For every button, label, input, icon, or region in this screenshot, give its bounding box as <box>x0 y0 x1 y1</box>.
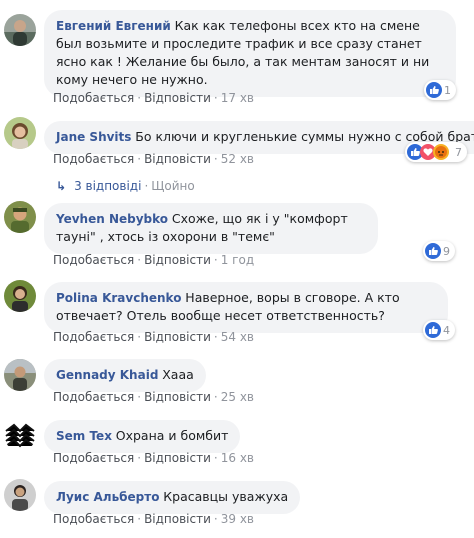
avatar-photo-icon <box>4 14 36 46</box>
comment-bubble: Луис Альберто Красавцы уважуха <box>44 481 301 514</box>
avatar[interactable] <box>4 479 36 511</box>
comment-time[interactable]: 25 хв <box>221 390 254 404</box>
avatar-photo-icon <box>4 201 36 233</box>
view-replies-link[interactable]: ↳ 3 відповіді · Щойно <box>56 179 195 193</box>
avatar[interactable] <box>4 14 36 46</box>
reply-link[interactable]: Відповісти <box>144 91 211 105</box>
like-link[interactable]: Подобається <box>53 390 134 404</box>
comment-text: Охрана и бомбит <box>115 428 229 443</box>
like-link[interactable]: Подобається <box>53 91 134 105</box>
comment-time[interactable]: 52 хв <box>221 152 254 166</box>
reaction-count: 1 <box>444 83 451 97</box>
avatar-photo-icon <box>4 117 36 149</box>
reaction-summary[interactable]: 1 <box>424 80 456 100</box>
reply-link[interactable]: Відповісти <box>144 253 211 267</box>
comment-author[interactable]: Евгений Евгений <box>56 19 171 33</box>
reply-arrow-icon: ↳ <box>56 179 67 193</box>
reaction-summary[interactable]: 4 <box>423 320 455 340</box>
comment-bubble: Евгений Евгений Как как телефоны всех кт… <box>44 10 456 97</box>
comment-bubble: Gennady Khaid Хааа <box>44 359 206 392</box>
reply-link[interactable]: Відповісти <box>144 330 211 344</box>
comment-bubble: Polina Kravchenko Наверное, воры в сгово… <box>44 282 448 333</box>
comment-time[interactable]: 17 хв <box>221 91 254 105</box>
like-reaction-icon <box>426 82 442 98</box>
comment-author[interactable]: Gennady Khaid <box>56 368 158 382</box>
comment-bubble: Sem Tex Охрана и бомбит <box>44 420 241 453</box>
comment-bubble: Yevhen Nebybko Схоже, що як і у "комфорт… <box>44 203 378 254</box>
avatar[interactable] <box>4 117 36 149</box>
comment-actions: Подобається · Відповісти · 16 хв <box>53 451 254 465</box>
comment-author[interactable]: Jane Shvits <box>56 130 131 144</box>
avatar-photo-icon <box>4 280 36 312</box>
avatar-photo-icon <box>4 479 36 511</box>
avatar[interactable] <box>4 359 36 391</box>
avatar[interactable] <box>4 280 36 312</box>
comment-time[interactable]: 39 хв <box>221 512 254 526</box>
replies-time: Щойно <box>151 179 195 193</box>
comment-actions: Подобається · Відповісти · 54 хв <box>53 330 254 344</box>
comment-text: Хааа <box>162 367 194 382</box>
comment-actions: Подобається · Відповісти · 25 хв <box>53 390 254 404</box>
comment-actions: Подобається · Відповісти · 1 год <box>53 253 255 267</box>
reaction-count: 9 <box>443 244 450 258</box>
avatar-photo-icon <box>4 419 36 451</box>
like-link[interactable]: Подобається <box>53 253 134 267</box>
comment-time[interactable]: 16 хв <box>221 451 254 465</box>
reaction-count: 7 <box>455 145 462 159</box>
comment-author[interactable]: Polina Kravchenko <box>56 291 181 305</box>
like-link[interactable]: Подобається <box>53 451 134 465</box>
reaction-summary[interactable]: 7 <box>405 142 467 162</box>
comment-actions: Подобається · Відповісти · 17 хв <box>53 91 254 105</box>
like-link[interactable]: Подобається <box>53 330 134 344</box>
like-reaction-icon <box>425 322 441 338</box>
comment-author[interactable]: Yevhen Nebybko <box>56 212 168 226</box>
comment-author[interactable]: Луис Альберто <box>56 490 159 504</box>
comment-actions: Подобається · Відповісти · 39 хв <box>53 512 254 526</box>
like-link[interactable]: Подобається <box>53 152 134 166</box>
like-reaction-icon <box>425 243 441 259</box>
reaction-summary[interactable]: 9 <box>423 241 455 261</box>
reaction-count: 4 <box>443 323 450 337</box>
replies-separator: · <box>144 179 149 193</box>
reply-link[interactable]: Відповісти <box>144 451 211 465</box>
avatar-photo-icon <box>4 359 36 391</box>
comment-time[interactable]: 54 хв <box>221 330 254 344</box>
comment-time[interactable]: 1 год <box>221 253 254 267</box>
reply-link[interactable]: Відповісти <box>144 512 211 526</box>
avatar[interactable] <box>4 419 36 451</box>
comment-author[interactable]: Sem Tex <box>56 429 112 443</box>
avatar[interactable] <box>4 201 36 233</box>
replies-count[interactable]: 3 відповіді <box>74 179 141 193</box>
comment-text: Красавцы уважуха <box>163 489 289 504</box>
comment-actions: Подобається · Відповісти · 52 хв <box>53 152 254 166</box>
reply-link[interactable]: Відповісти <box>144 390 211 404</box>
like-link[interactable]: Подобається <box>53 512 134 526</box>
angry-reaction-icon <box>433 144 449 160</box>
reply-link[interactable]: Відповісти <box>144 152 211 166</box>
